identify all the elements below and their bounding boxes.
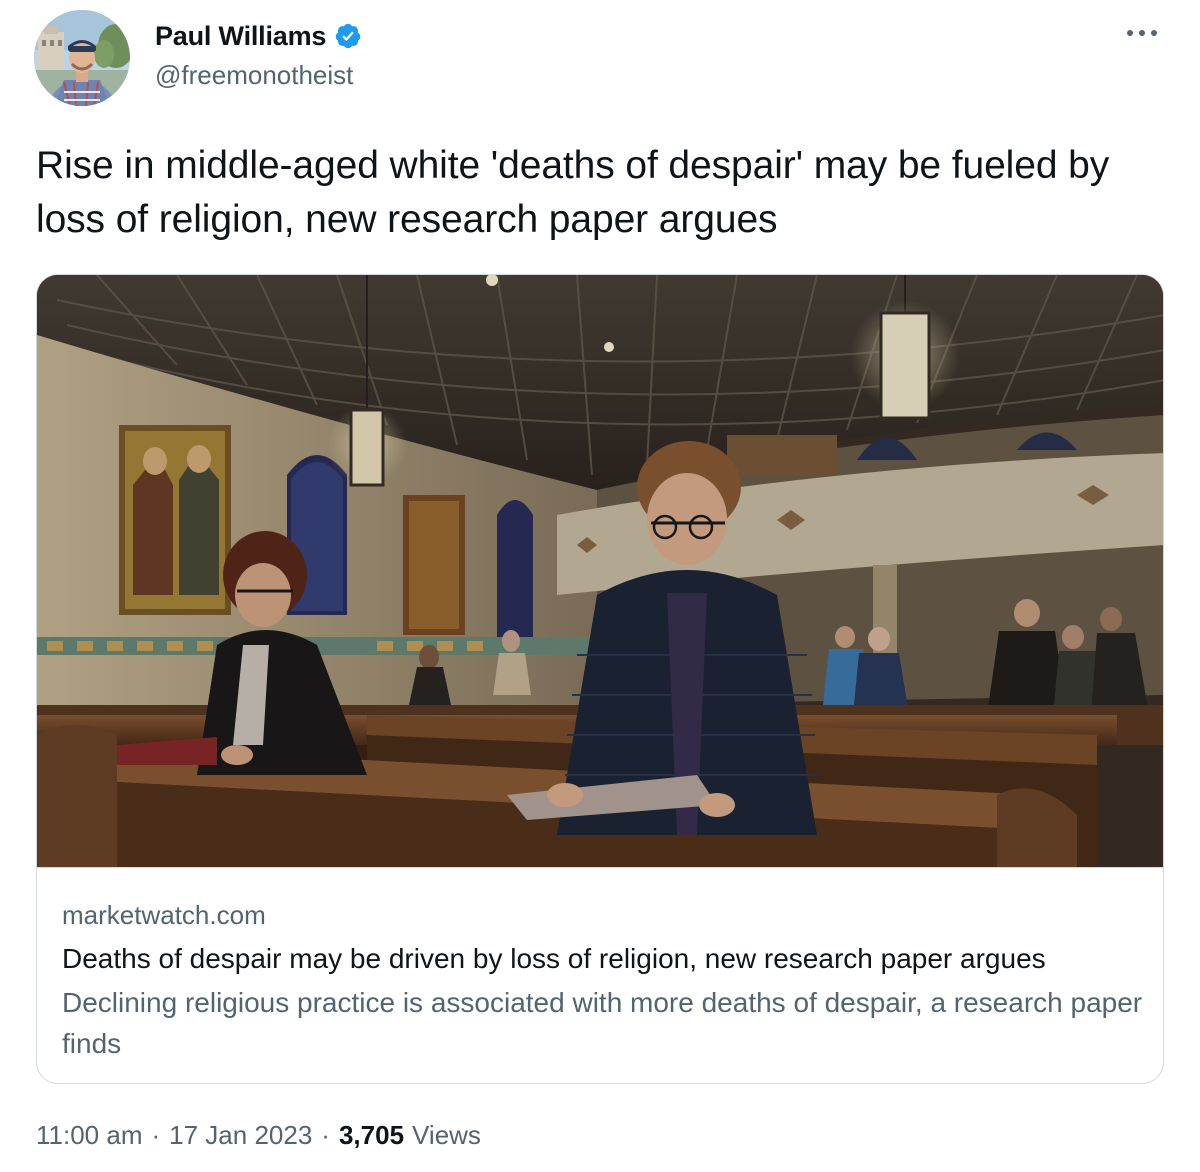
more-options-icon (1127, 30, 1157, 36)
card-body[interactable]: marketwatch.com Deaths of despair may be… (37, 867, 1163, 1083)
author-display-name[interactable]: Paul Williams (155, 21, 326, 52)
card-title: Deaths of despair may be driven by loss … (62, 943, 1046, 974)
views-label[interactable]: Views (412, 1120, 481, 1151)
meta-separator: · (321, 1120, 330, 1150)
views-count[interactable]: 3,705 (339, 1120, 404, 1151)
author-name-row[interactable]: Paul Williams (155, 18, 362, 54)
tweet-date-link[interactable]: 17 Jan 2023 (169, 1120, 312, 1151)
tweet-time-link[interactable]: 11:00 am (36, 1120, 142, 1151)
card-domain: marketwatch.com (62, 900, 266, 930)
author-handle[interactable]: @freemonotheist (155, 60, 353, 91)
church-interior-photo (37, 275, 1163, 867)
tweet: Paul Williams @freemonotheist Rise in mi… (0, 0, 1200, 1172)
meta-separator: · (151, 1120, 161, 1150)
card-description: Declining religious practice is associat… (62, 987, 1143, 1059)
verified-badge-icon (334, 22, 362, 50)
avatar-photo (34, 10, 130, 106)
card-image[interactable] (37, 275, 1163, 867)
tweet-text: Rise in middle-aged white 'deaths of des… (36, 144, 1110, 241)
avatar[interactable] (34, 10, 130, 106)
tweet-meta: 11:00 am · 17 Jan 2023 · 3,705 Views (36, 1120, 481, 1151)
more-options-button[interactable] (1122, 18, 1162, 48)
link-card[interactable]: marketwatch.com Deaths of despair may be… (36, 274, 1164, 1084)
